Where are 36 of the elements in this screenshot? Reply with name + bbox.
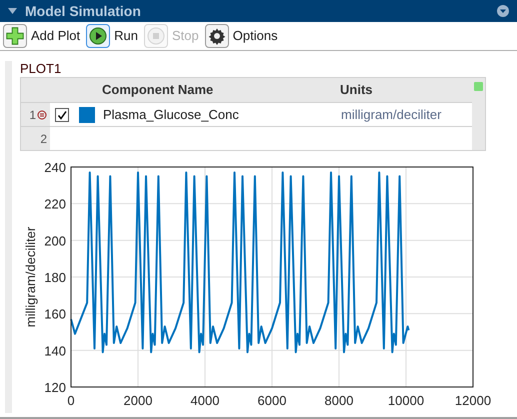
y-tick-label: 200 [44,233,66,248]
x-tick-label: 0 [67,393,75,408]
x-tick-label: 6000 [258,393,286,408]
x-tick-label: 8000 [324,393,354,408]
menu-icon[interactable] [497,5,509,17]
toolbar-button[interactable]: Options [204,24,278,48]
checkbox[interactable] [55,108,69,122]
status-indicator [474,82,483,91]
y-tick-label: 220 [44,196,66,212]
x-tick-label: 2000 [124,393,152,408]
y-tick-label: 140 [44,343,66,358]
gear-icon [204,24,229,48]
stop-icon [144,24,168,48]
play-icon [86,24,110,48]
collapse-icon[interactable] [8,8,17,14]
toolbar-button[interactable]: Run [86,24,138,48]
remove-icon[interactable] [37,110,47,120]
x-tick-label: 12000 [454,393,492,408]
row-number: 2 [40,130,47,148]
toolbar-button[interactable]: Add Plot [3,24,80,48]
x-tick-label: 4000 [190,393,220,408]
y-tick-label: 120 [44,380,66,395]
table-cell-text: milligram/deciliter [341,106,442,124]
y-tick-label: 160 [44,306,66,322]
color-swatch[interactable] [79,106,95,122]
x-tick-label: 10000 [388,393,424,408]
table-cell-text: Plasma_Glucose_Conc [103,106,240,124]
y-tick-label: 180 [44,270,66,285]
row-number: 1 [29,106,36,124]
plot-title: PLOT1 [20,61,62,77]
column-header: Component Name [102,81,214,100]
y-tick-label: 240 [44,160,66,175]
plus-icon [3,24,27,48]
y-axis-label: milligram/deciliter [23,226,38,328]
column-header: Units [340,81,372,100]
window-title: Model Simulation [25,2,141,20]
